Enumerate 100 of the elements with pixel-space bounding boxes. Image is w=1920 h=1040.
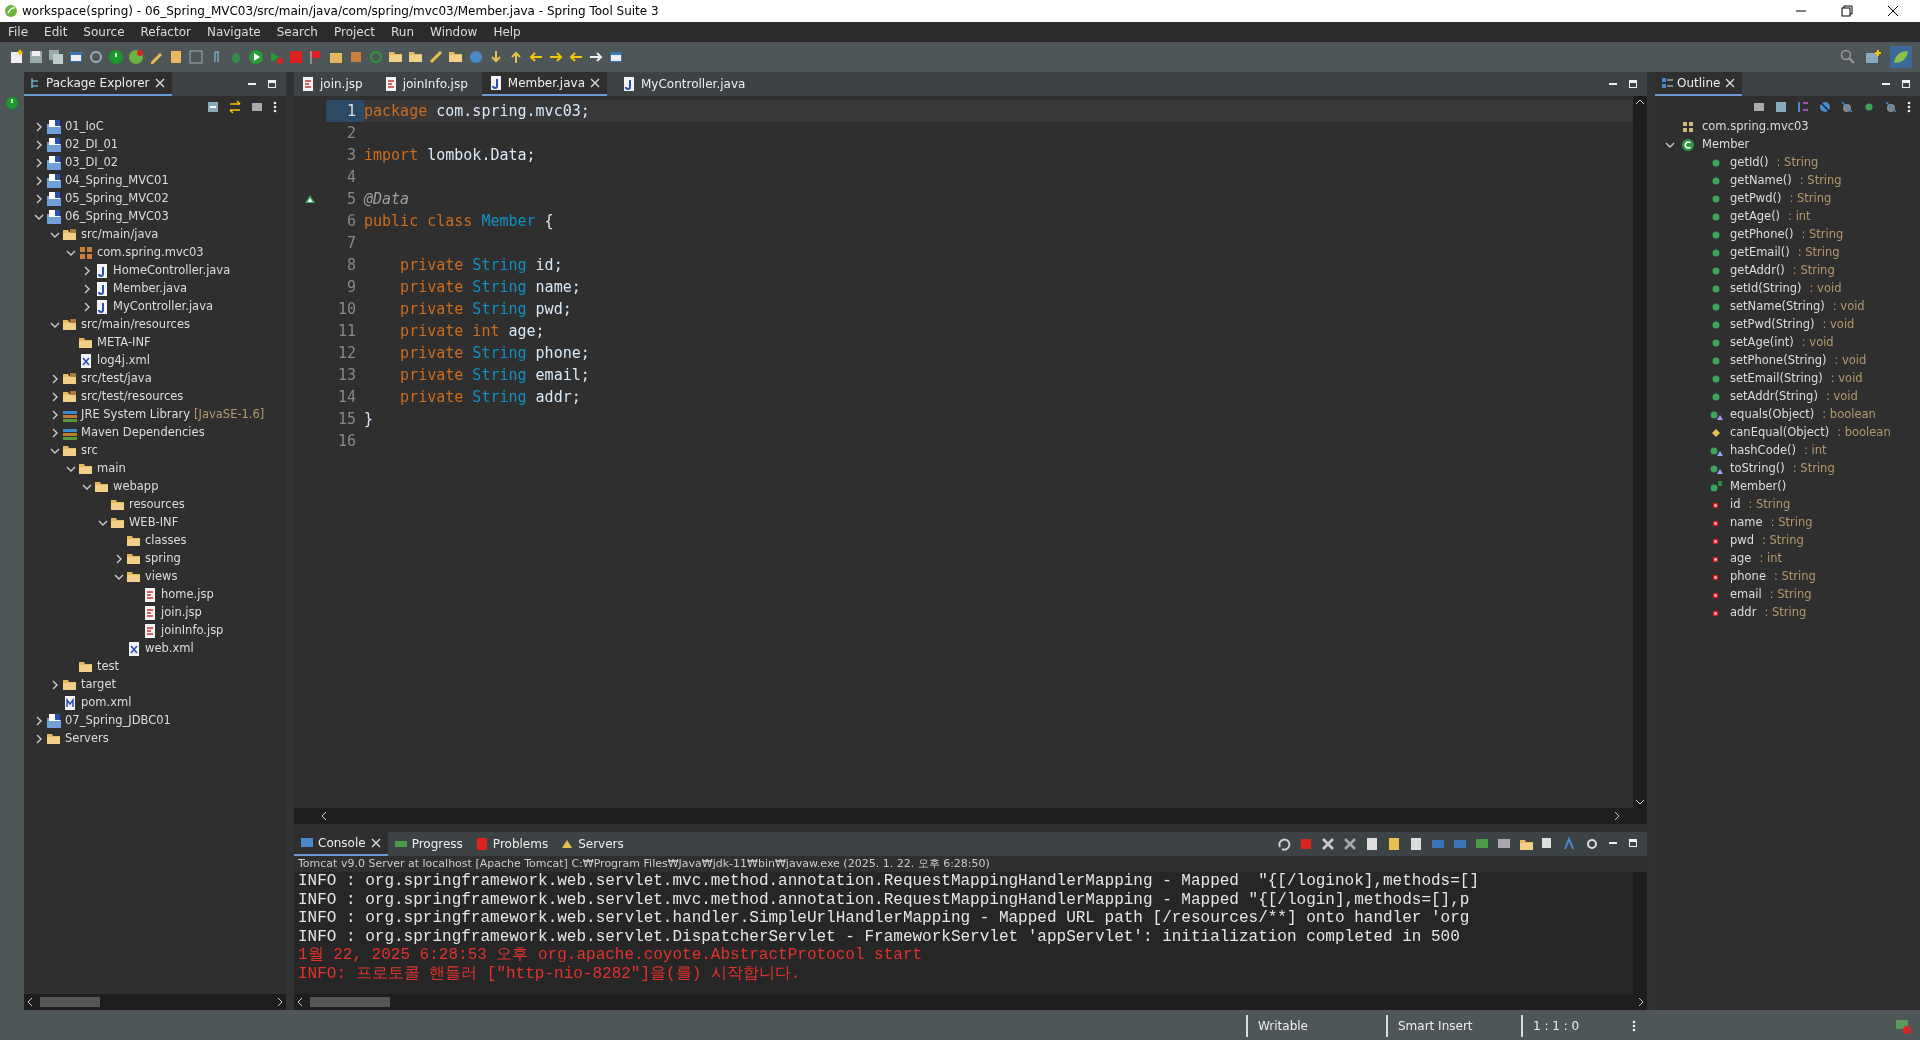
window-icon[interactable] [608,49,624,65]
menu-item[interactable]: File [0,23,37,41]
menu-item[interactable]: Project [325,23,384,41]
outline-item[interactable]: email [1727,586,1762,604]
save-icon[interactable] [28,49,44,65]
tree-item[interactable]: web.xml [142,640,194,658]
link-arrows-icon[interactable] [228,100,242,114]
maximize-icon[interactable] [1900,78,1912,90]
outline-item[interactable]: equals(Object) [1727,406,1815,424]
power-icon[interactable] [108,49,124,65]
close-icon[interactable] [1724,77,1737,89]
power-icon[interactable] [5,96,19,110]
tree-item[interactable]: 03_DI_02 [62,154,118,172]
console-tab[interactable]: Console [294,832,388,856]
tree-item[interactable]: src/test/resources [78,388,184,406]
folder-icon[interactable] [1519,837,1533,851]
tree-item[interactable]: Servers [62,730,109,748]
collapse-all-icon[interactable] [1774,100,1788,114]
tree-item[interactable]: main [94,460,126,478]
document-icon[interactable] [1365,837,1379,851]
tree-item[interactable]: classes [142,532,187,550]
outline-item[interactable]: setEmail(String) [1727,370,1823,388]
menu-item[interactable]: Help [485,23,529,41]
outline-item[interactable]: setId(String) [1727,280,1802,298]
outline-item[interactable]: addr [1727,604,1757,622]
tree-item[interactable]: 05_Spring_MVC02 [62,190,169,208]
hide-fields-icon[interactable] [1818,100,1832,114]
scrollbar[interactable] [1633,96,1647,808]
outline-item[interactable]: com.spring.mvc03 [1699,118,1809,136]
folder-icon[interactable] [448,49,464,65]
arrow-down-icon[interactable] [488,49,504,65]
tree-item[interactable]: HomeController.java [110,262,231,280]
tree-item[interactable]: src/test/java [78,370,152,388]
close-icon[interactable] [1321,837,1335,851]
tree-item[interactable]: 02_DI_01 [62,136,118,154]
outline-item[interactable]: getPhone() [1727,226,1794,244]
folder-icon[interactable] [388,49,404,65]
folder-icon[interactable] [408,49,424,65]
tree-item[interactable]: target [78,676,116,694]
menu-item[interactable]: Navigate [198,23,269,41]
tree-item[interactable]: 07_Spring_JDBC01 [62,712,171,730]
outline-item[interactable]: getAge() [1727,208,1781,226]
more-icon[interactable] [272,100,278,114]
outline-item[interactable]: getAddr() [1727,262,1785,280]
outline-item[interactable]: name [1727,514,1763,532]
tree-item[interactable]: JRE System Library [78,406,191,424]
tree-item[interactable]: Maven Dependencies [78,424,205,442]
scrollbar[interactable] [294,808,1647,824]
hide-static-icon[interactable] [1840,100,1854,114]
tree-item[interactable]: resources [126,496,185,514]
outline-item[interactable]: pwd [1727,532,1754,550]
sort-icon[interactable] [1796,100,1810,114]
maximize-icon[interactable] [1627,837,1639,849]
tree-item[interactable]: src/main/java [78,226,159,244]
tree-item[interactable]: pom.xml [78,694,132,712]
maximize-icon[interactable] [266,78,278,90]
document-icon[interactable] [1387,837,1401,851]
tree-item[interactable]: 01_IoC [62,118,104,136]
outline-item[interactable]: id [1727,496,1741,514]
tree-item[interactable]: joinInfo.jsp [158,622,224,640]
tree-item[interactable]: webapp [110,478,159,496]
menu-item[interactable]: Source [75,23,133,41]
more-icon[interactable] [1631,1019,1637,1033]
leaf-icon[interactable] [1890,46,1912,68]
tree-item[interactable]: test [94,658,120,676]
outline-item[interactable]: setPwd(String) [1727,316,1815,334]
outline-item[interactable]: Member [1699,136,1750,154]
tree-item[interactable]: spring [142,550,181,568]
view-tab[interactable]: Outline [1655,72,1743,96]
hide-local-icon[interactable] [1884,100,1898,114]
tree-item[interactable]: src [78,442,98,460]
outline-item[interactable]: setPhone(String) [1727,352,1827,370]
maximize-icon[interactable] [1627,78,1639,90]
outline-item[interactable]: hashCode() [1727,442,1797,460]
view-tab[interactable]: Package Explorer [24,72,172,96]
tree-item[interactable]: WEB-INF [126,514,179,532]
outline-item[interactable]: setAddr(String) [1727,388,1818,406]
close-icon[interactable] [369,837,382,849]
search-icon[interactable] [1840,49,1856,65]
document-icon[interactable] [1409,837,1423,851]
text-icon[interactable] [1563,837,1577,851]
menu-item[interactable]: Refactor [132,23,199,41]
save-all-icon[interactable] [48,49,64,65]
outline-item[interactable]: setName(String) [1727,298,1825,316]
scrollbar[interactable] [24,994,286,1010]
tree-item[interactable]: join.jsp [158,604,202,622]
editor-tab[interactable]: Member.java [481,72,607,96]
close-all-icon[interactable] [1343,837,1357,851]
tree-item[interactable]: 06_Spring_MVC03 [62,208,169,226]
outline-item[interactable]: toString() [1727,460,1785,478]
play-icon[interactable] [248,49,264,65]
close-icon[interactable] [153,77,166,89]
scrollbar[interactable] [294,994,1647,1010]
outline-item[interactable]: phone [1727,568,1766,586]
collapse-all-icon[interactable] [206,100,220,114]
scrollbar-thumb[interactable] [310,997,390,1007]
outline-item[interactable]: age [1727,550,1752,568]
menu-item[interactable]: Search [268,23,326,41]
close-icon[interactable] [589,77,601,89]
tree-item[interactable]: views [142,568,178,586]
